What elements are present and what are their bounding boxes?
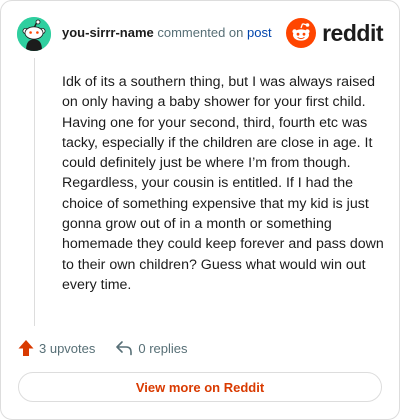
commented-on-label: commented on: [157, 25, 244, 40]
reddit-snoo-icon: [286, 18, 317, 48]
upvote-button[interactable]: 3 upvotes: [18, 339, 95, 357]
comment-actions: 3 upvotes 0 replies: [18, 337, 188, 359]
reddit-wordmark: reddit: [322, 20, 383, 46]
reply-count: 0 replies: [138, 340, 188, 356]
reply-button[interactable]: 0 replies: [115, 340, 188, 356]
reddit-logo[interactable]: reddit: [286, 18, 383, 48]
comment-header: you-sirrr-name commented on post: [62, 24, 272, 42]
reply-arrow-icon: [116, 341, 133, 356]
upvote-arrow-icon: [18, 340, 34, 356]
view-more-button[interactable]: View more on Reddit: [18, 372, 382, 402]
user-avatar[interactable]: [17, 17, 51, 51]
comment-embed-card: you-sirrr-name commented on post reddit …: [0, 0, 400, 420]
upvote-count: 3 upvotes: [39, 340, 96, 356]
comment-body: Idk of its a southern thing, but I was a…: [62, 74, 384, 293]
post-link[interactable]: post: [247, 25, 272, 40]
thread-line[interactable]: [34, 58, 35, 326]
snoo-avatar-icon: [17, 17, 51, 51]
username-link[interactable]: you-sirrr-name: [62, 25, 154, 40]
